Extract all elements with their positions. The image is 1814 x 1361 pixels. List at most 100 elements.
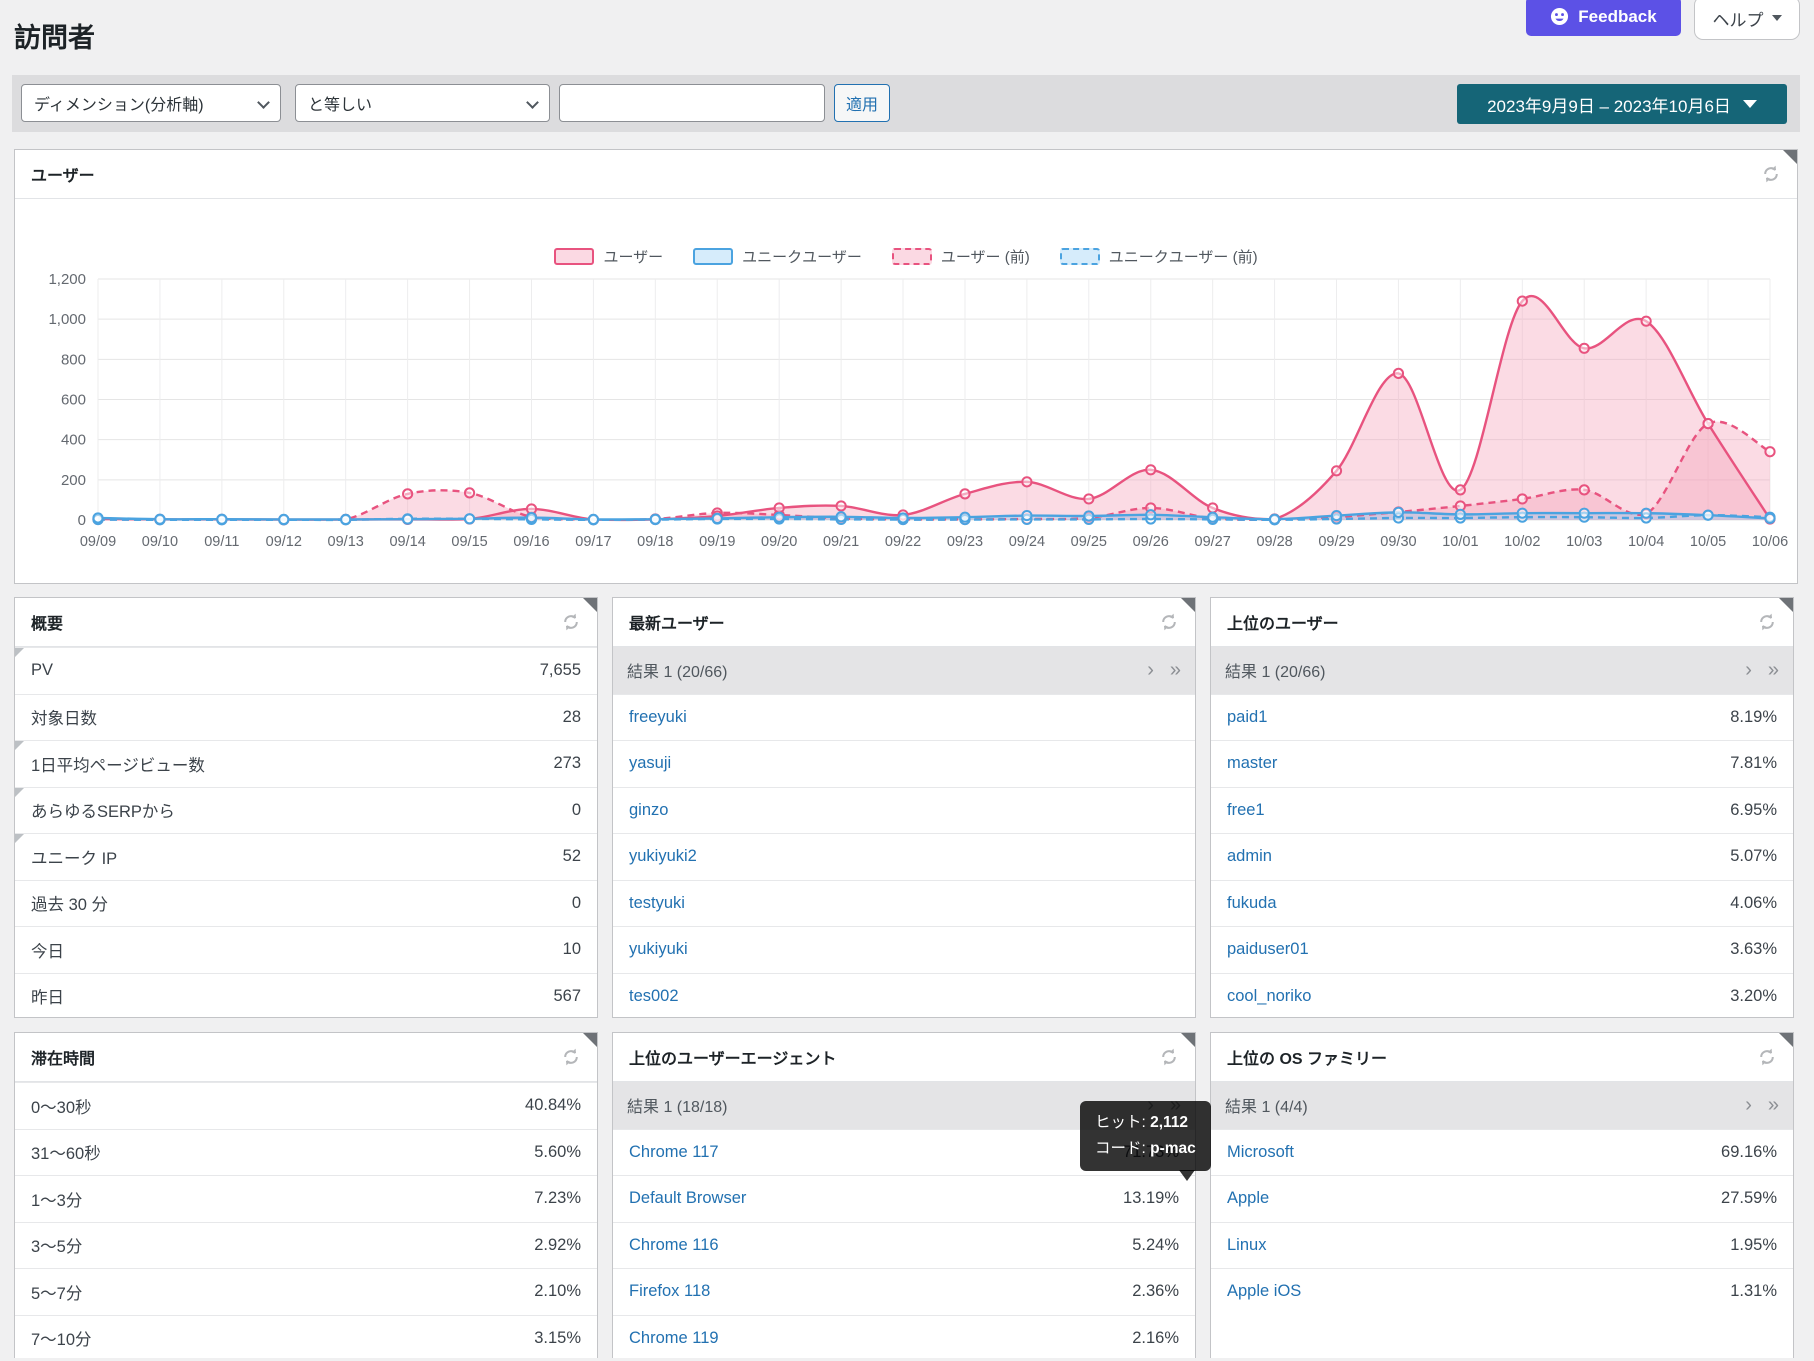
item-link[interactable]: paid1 — [1227, 708, 1267, 727]
refresh-icon[interactable] — [1159, 612, 1179, 632]
svg-text:200: 200 — [61, 472, 86, 489]
item-link[interactable]: freeyuki — [629, 708, 687, 727]
pager-label: 結果 1 (18/18) — [627, 1093, 728, 1117]
row-label: 7〜10分 — [31, 1326, 92, 1350]
resize-corner-icon[interactable] — [583, 1033, 597, 1047]
help-button[interactable]: ヘルプ — [1694, 0, 1800, 40]
panel-title: 上位のユーザー — [1227, 610, 1339, 634]
svg-text:1,200: 1,200 — [48, 271, 86, 288]
row-value: 2.10% — [534, 1282, 581, 1301]
table-row: 1〜3分7.23% — [15, 1175, 597, 1222]
item-link[interactable]: Chrome 119 — [629, 1329, 719, 1348]
resize-corner-icon[interactable] — [1181, 1033, 1195, 1047]
legend-label: ユーザー (前) — [941, 246, 1030, 267]
item-link[interactable]: testyuki — [629, 894, 685, 913]
refresh-icon[interactable] — [561, 612, 581, 632]
panel-title: 最新ユーザー — [629, 610, 725, 634]
table-row: あらゆるSERPから0 — [15, 787, 597, 834]
pager-last-icon[interactable]: » — [1768, 660, 1779, 680]
panel-title: 上位のユーザーエージェント — [629, 1045, 836, 1069]
apply-button[interactable]: 適用 — [834, 84, 890, 122]
item-link[interactable]: paiduser01 — [1227, 940, 1309, 959]
row-value: 0 — [572, 894, 581, 913]
legend-item[interactable]: ユニークユーザー (前) — [1060, 246, 1258, 267]
svg-text:0: 0 — [78, 512, 86, 529]
row-label: 過去 30 分 — [31, 891, 108, 915]
row-flag-icon — [15, 648, 24, 657]
item-link[interactable]: Apple — [1227, 1189, 1269, 1208]
item-link[interactable]: fukuda — [1227, 894, 1277, 913]
pager-row: 結果 1 (20/66)›» — [613, 647, 1195, 694]
refresh-icon[interactable] — [1757, 1047, 1777, 1067]
row-label: 今日 — [31, 938, 64, 962]
item-link[interactable]: free1 — [1227, 801, 1265, 820]
date-range-button[interactable]: 2023年9月9日 – 2023年10月6日 — [1457, 84, 1787, 124]
resize-corner-icon[interactable] — [583, 598, 597, 612]
pager-last-icon[interactable]: » — [1768, 1095, 1779, 1115]
table-row: 0〜30秒40.84% — [15, 1082, 597, 1129]
item-link[interactable]: tes002 — [629, 987, 679, 1006]
item-link[interactable]: Chrome 116 — [629, 1236, 719, 1255]
legend-item[interactable]: ユニークユーザー — [693, 246, 862, 267]
panel-duration: 滞在時間 0〜30秒40.84%31〜60秒5.60%1〜3分7.23%3〜5分… — [14, 1032, 598, 1358]
svg-text:09/10: 09/10 — [142, 534, 178, 550]
item-link[interactable]: yukiyuki2 — [629, 847, 697, 866]
table-row: 今日10 — [15, 926, 597, 973]
item-link[interactable]: cool_noriko — [1227, 987, 1311, 1006]
dimension-select[interactable]: ディメンション(分析軸) — [21, 84, 281, 122]
row-flag-icon — [15, 834, 24, 843]
item-link[interactable]: admin — [1227, 847, 1272, 866]
refresh-icon[interactable] — [1761, 164, 1781, 184]
item-link[interactable]: Default Browser — [629, 1189, 746, 1208]
row-value: 40.84% — [525, 1096, 581, 1115]
item-link[interactable]: Chrome 117 — [629, 1143, 719, 1162]
resize-corner-icon[interactable] — [1783, 150, 1797, 164]
row-value: 1.95% — [1730, 1236, 1777, 1255]
pager-last-icon[interactable]: » — [1170, 660, 1181, 680]
resize-corner-icon[interactable] — [1779, 598, 1793, 612]
svg-text:10/06: 10/06 — [1752, 534, 1788, 550]
table-row: ginzo — [613, 787, 1195, 834]
table-row: 31〜60秒5.60% — [15, 1129, 597, 1176]
resize-corner-icon[interactable] — [1181, 598, 1195, 612]
chevron-down-icon — [1772, 15, 1782, 21]
pager-next-icon[interactable]: › — [1745, 1095, 1752, 1115]
item-link[interactable]: ginzo — [629, 801, 668, 820]
svg-text:09/21: 09/21 — [823, 534, 859, 550]
row-value: 1.31% — [1730, 1282, 1777, 1301]
refresh-icon[interactable] — [1757, 612, 1777, 632]
resize-corner-icon[interactable] — [1779, 1033, 1793, 1047]
pager-next-icon[interactable]: › — [1745, 660, 1752, 680]
refresh-icon[interactable] — [561, 1047, 581, 1067]
table-row: PV7,655 — [15, 647, 597, 694]
table-row: Default Browser13.19% — [613, 1175, 1195, 1222]
item-link[interactable]: master — [1227, 754, 1277, 773]
svg-text:09/11: 09/11 — [204, 534, 239, 550]
legend-label: ユーザー — [603, 246, 663, 267]
date-range-label: 2023年9月9日 – 2023年10月6日 — [1487, 92, 1731, 117]
table-row: yukiyuki — [613, 926, 1195, 973]
feedback-button[interactable]: Feedback — [1526, 0, 1681, 36]
legend-item[interactable]: ユーザー — [554, 246, 663, 267]
legend-swatch-icon — [892, 248, 932, 265]
item-link[interactable]: Microsoft — [1227, 1143, 1294, 1162]
panel-title: 概要 — [31, 610, 63, 634]
pager-next-icon[interactable]: › — [1147, 660, 1154, 680]
item-link[interactable]: Firefox 118 — [629, 1282, 710, 1301]
filter-value-input[interactable] — [559, 84, 825, 122]
item-link[interactable]: Apple iOS — [1227, 1282, 1301, 1301]
item-link[interactable]: Linux — [1227, 1236, 1266, 1255]
page-title: 訪問者 — [14, 16, 95, 55]
item-link[interactable]: yasuji — [629, 754, 671, 773]
chevron-down-icon — [257, 96, 270, 109]
item-link[interactable]: yukiyuki — [629, 940, 688, 959]
chart-legend: ユーザー ユニークユーザー ユーザー (前) ユニークユーザー (前) — [15, 246, 1797, 267]
operator-select[interactable]: と等しい — [295, 84, 550, 122]
refresh-icon[interactable] — [1159, 1047, 1179, 1067]
row-value: 273 — [553, 754, 581, 773]
svg-text:09/25: 09/25 — [1071, 534, 1107, 550]
svg-text:09/24: 09/24 — [1009, 534, 1045, 550]
legend-swatch-icon — [1060, 248, 1100, 265]
legend-item[interactable]: ユーザー (前) — [892, 246, 1030, 267]
panel-os-families: 上位の OS ファミリー 結果 1 (4/4)›»Microsoft69.16%… — [1210, 1032, 1794, 1358]
